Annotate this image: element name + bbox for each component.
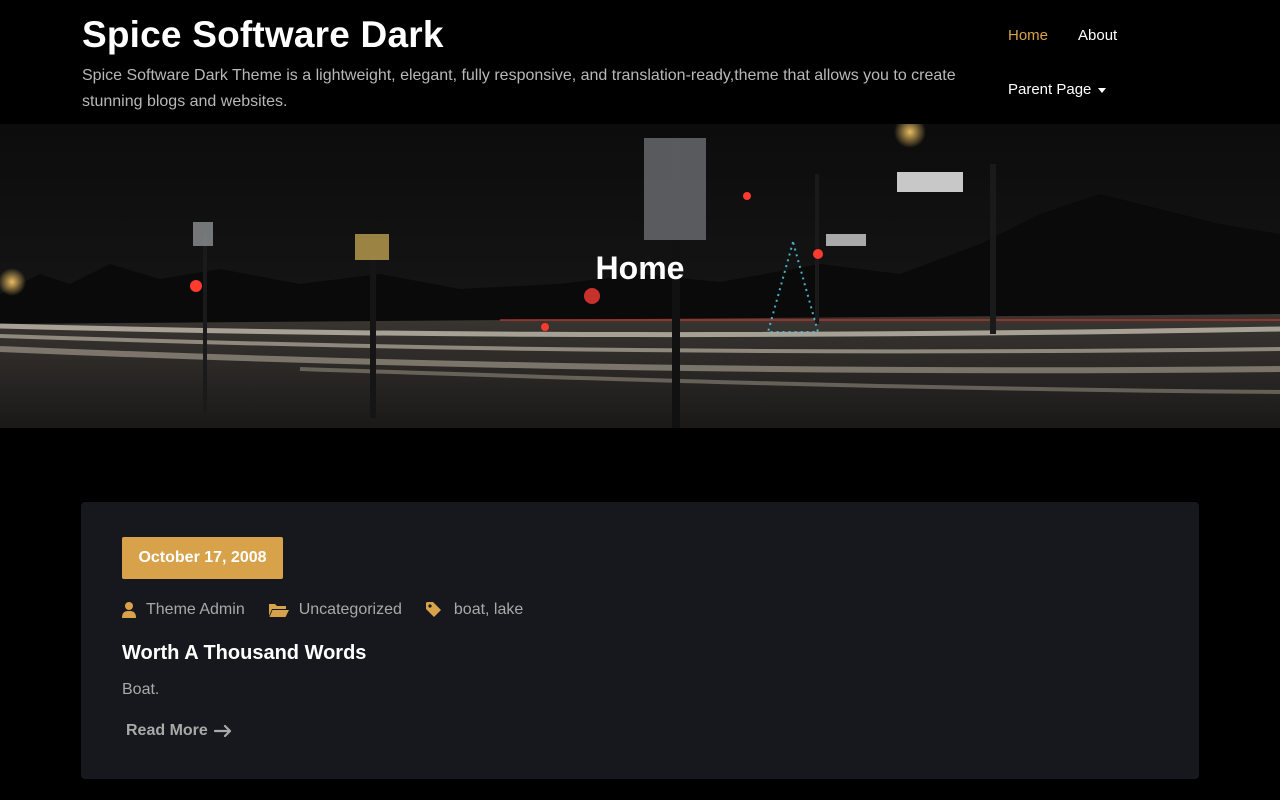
tag-icon bbox=[425, 602, 441, 617]
site-title[interactable]: Spice Software Dark bbox=[82, 14, 444, 56]
arrow-right-icon bbox=[213, 725, 231, 737]
post-category-name: Uncategorized bbox=[298, 601, 402, 618]
nav-item-parent-page[interactable]: Parent Page bbox=[1008, 81, 1107, 98]
post-meta: Theme Admin Uncategorized boat, lake bbox=[122, 601, 547, 619]
nav-item-parent-page-label: Parent Page bbox=[1008, 81, 1092, 98]
hero-banner: Home bbox=[0, 124, 1280, 428]
post-date-badge[interactable]: October 17, 2008 bbox=[122, 537, 283, 579]
post-card: October 17, 2008 Theme Admin Uncategoriz… bbox=[81, 502, 1199, 779]
nav-item-about[interactable]: About bbox=[1078, 27, 1117, 44]
post-category[interactable]: Uncategorized bbox=[268, 601, 402, 619]
post-author[interactable]: Theme Admin bbox=[122, 601, 245, 619]
user-icon bbox=[122, 602, 136, 618]
read-more-link[interactable]: Read More bbox=[126, 722, 232, 740]
site-header: Spice Software Dark Spice Software Dark … bbox=[0, 0, 1280, 124]
hero-title: Home bbox=[595, 250, 685, 286]
nav-item-home[interactable]: Home bbox=[1008, 27, 1048, 44]
site-description: Spice Software Dark Theme is a lightweig… bbox=[82, 67, 956, 110]
post-tags[interactable]: boat, lake bbox=[425, 601, 524, 619]
read-more-label: Read More bbox=[126, 722, 208, 739]
caret-down-icon bbox=[1098, 87, 1107, 93]
folder-open-icon bbox=[268, 604, 289, 617]
post-title[interactable]: Worth A Thousand Words bbox=[122, 642, 366, 665]
post-excerpt: Boat. bbox=[122, 681, 160, 698]
post-tags-list: boat, lake bbox=[453, 601, 524, 618]
post-author-name: Theme Admin bbox=[146, 601, 245, 618]
